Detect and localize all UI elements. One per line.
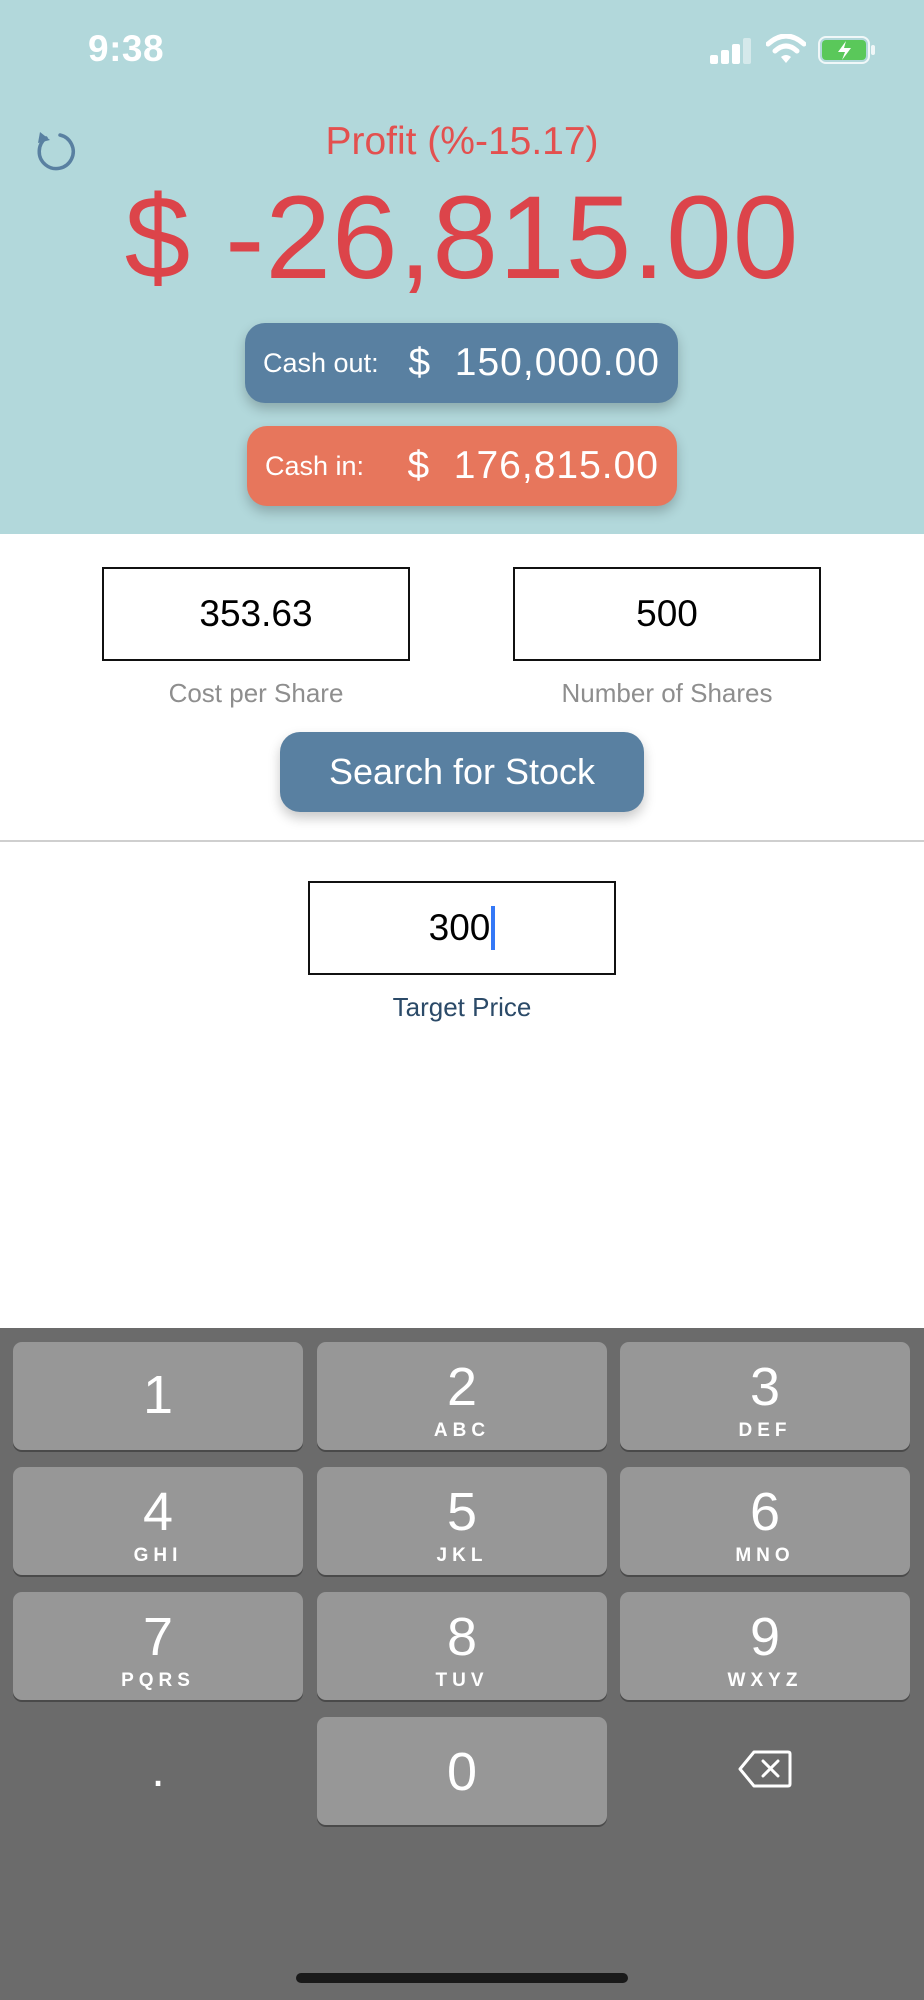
status-time: 9:38 bbox=[88, 28, 165, 69]
key-letters: WXYZ bbox=[727, 1670, 803, 1691]
cash-in-value: $ 176,815.00 bbox=[407, 444, 659, 487]
numeric-keypad: 1 2 ABC 3 DEF 4 GHI 5 JKL 6 MNO 7 PQRS 8… bbox=[0, 1328, 924, 2000]
key-digit: 8 bbox=[446, 1607, 478, 1667]
text-cursor bbox=[491, 906, 496, 950]
cash-out-badge: Cash out: $ 150,000.00 bbox=[245, 323, 678, 403]
profit-amount: $ -26,815.00 bbox=[124, 172, 800, 304]
search-stock-button[interactable]: Search for Stock bbox=[280, 732, 644, 812]
profit-label: Profit (%-15.17) bbox=[325, 120, 599, 163]
decimal-key[interactable]: . bbox=[13, 1717, 303, 1825]
key-letters: TUV bbox=[435, 1670, 489, 1691]
key-5[interactable]: 5 JKL bbox=[317, 1467, 607, 1575]
key-letters: JKL bbox=[436, 1545, 488, 1566]
target-price-label: Target Price bbox=[392, 992, 532, 1022]
key-letters: MNO bbox=[735, 1545, 795, 1566]
key-9[interactable]: 9 WXYZ bbox=[620, 1592, 910, 1700]
number-of-shares-label: Number of Shares bbox=[561, 678, 773, 708]
delete-key[interactable] bbox=[620, 1717, 910, 1825]
number-of-shares-input[interactable]: 500 bbox=[513, 567, 821, 661]
key-letters: DEF bbox=[738, 1420, 792, 1441]
cash-in-label: Cash in: bbox=[265, 450, 365, 481]
signal-icon bbox=[710, 38, 752, 64]
cost-per-share-label: Cost per Share bbox=[168, 678, 344, 708]
key-digit: 1 bbox=[142, 1365, 174, 1425]
key-digit: 9 bbox=[749, 1607, 781, 1667]
cash-out-value: $ 150,000.00 bbox=[408, 341, 660, 384]
key-0[interactable]: 0 bbox=[317, 1717, 607, 1825]
key-letters: ABC bbox=[433, 1420, 491, 1441]
key-digit: 6 bbox=[749, 1482, 781, 1542]
cash-in-badge: Cash in: $ 176,815.00 bbox=[247, 426, 677, 506]
key-2[interactable]: 2 ABC bbox=[317, 1342, 607, 1450]
divider bbox=[0, 840, 924, 842]
key-6[interactable]: 6 MNO bbox=[620, 1467, 910, 1575]
target-price-input[interactable]: 300 bbox=[308, 881, 616, 975]
home-indicator[interactable] bbox=[296, 1973, 628, 1983]
key-8[interactable]: 8 TUV bbox=[317, 1592, 607, 1700]
key-digit: 7 bbox=[142, 1607, 174, 1667]
key-digit: 5 bbox=[446, 1482, 478, 1542]
key-4[interactable]: 4 GHI bbox=[13, 1467, 303, 1575]
key-digit: 0 bbox=[446, 1742, 478, 1802]
cash-out-label: Cash out: bbox=[263, 347, 379, 378]
battery-charging-icon bbox=[818, 36, 875, 64]
key-digit: 3 bbox=[749, 1357, 781, 1417]
key-7[interactable]: 7 PQRS bbox=[13, 1592, 303, 1700]
header: 9:38 Profit (%-15.17) $ -26,815.00 Cash … bbox=[0, 0, 924, 534]
key-digit: 2 bbox=[446, 1357, 478, 1417]
status-bar: 9:38 bbox=[0, 0, 924, 100]
backspace-icon bbox=[738, 1750, 792, 1788]
key-letters: GHI bbox=[133, 1545, 183, 1566]
key-digit: 4 bbox=[142, 1482, 174, 1542]
cost-per-share-input[interactable]: 353.63 bbox=[102, 567, 410, 661]
key-letters: PQRS bbox=[121, 1670, 195, 1691]
target-price-value: 300 bbox=[428, 907, 491, 948]
key-1[interactable]: 1 bbox=[13, 1342, 303, 1450]
key-3[interactable]: 3 DEF bbox=[620, 1342, 910, 1450]
wifi-icon bbox=[766, 34, 806, 63]
